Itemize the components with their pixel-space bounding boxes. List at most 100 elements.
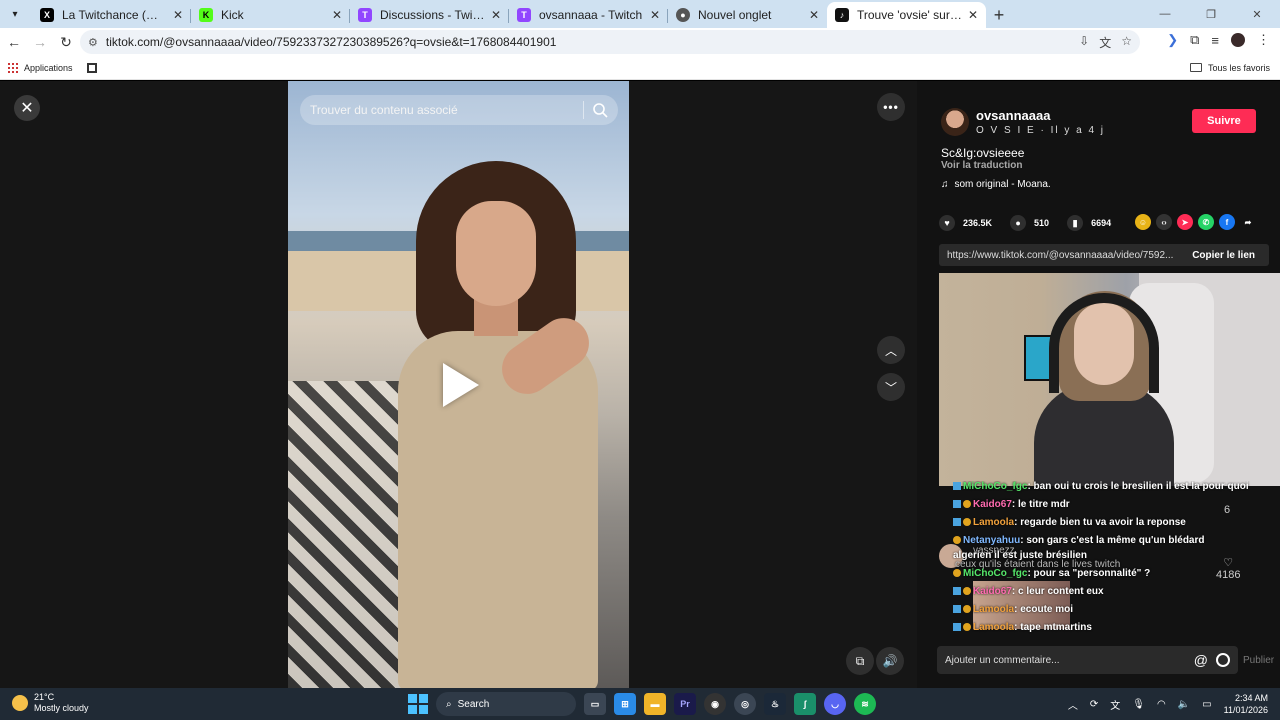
- tab-kick[interactable]: K Kick ✕: [191, 2, 350, 28]
- publish-button[interactable]: Publier: [1243, 655, 1274, 666]
- app-icon[interactable]: ʃ: [794, 693, 816, 715]
- close-tab-icon[interactable]: ✕: [332, 8, 342, 22]
- chevron-down-icon[interactable]: ﹀: [877, 373, 905, 401]
- tiktok-icon: ♪: [835, 8, 849, 22]
- reload-icon[interactable]: ↻: [54, 30, 78, 54]
- music-note-icon: ♫: [941, 179, 949, 190]
- close-tab-icon[interactable]: ✕: [809, 8, 819, 22]
- close-window-icon[interactable]: ✕: [1234, 0, 1280, 28]
- see-translation-link[interactable]: Voir la traduction: [941, 160, 1023, 171]
- discord-icon[interactable]: ◡: [824, 693, 846, 715]
- extension-icon[interactable]: ❯: [1167, 32, 1178, 48]
- back-icon[interactable]: ←: [2, 30, 26, 54]
- obs-icon[interactable]: ◉: [704, 693, 726, 715]
- tab-search-button[interactable]: ▾: [4, 3, 26, 25]
- bookmark-applications[interactable]: Applications: [8, 62, 73, 73]
- close-tab-icon[interactable]: ✕: [968, 8, 978, 22]
- post-description: Sc&Ig:ovsieeee: [941, 146, 1025, 160]
- store-icon[interactable]: ⊞: [614, 693, 636, 715]
- comment-button[interactable]: ● 510: [1010, 215, 1049, 231]
- volume-icon[interactable]: 🔊: [876, 647, 904, 675]
- sync-icon[interactable]: ⟳: [1090, 699, 1098, 710]
- send-icon[interactable]: ➤: [1177, 214, 1193, 230]
- weather-widget[interactable]: 21°C Mostly cloudy: [12, 692, 89, 714]
- chat-line: Lamoola: ecoute moi: [953, 604, 1073, 615]
- new-tab-button[interactable]: +: [986, 2, 1012, 28]
- search-icon: ⌕: [446, 698, 452, 710]
- language-icon[interactable]: 文: [1110, 697, 1120, 712]
- display-name: O V S I E · Il y a 4 j: [976, 125, 1106, 136]
- puzzle-icon[interactable]: ⧉: [1190, 32, 1199, 48]
- video-player[interactable]: Trouver du contenu associé: [288, 81, 629, 688]
- embed-icon[interactable]: ‹›: [1156, 214, 1172, 230]
- mic-icon[interactable]: 🎙: [1132, 699, 1145, 710]
- url-text[interactable]: tiktok.com/@ovsannaaaa/video/75923373272…: [106, 35, 557, 49]
- volume-icon[interactable]: 🔈: [1178, 699, 1190, 710]
- site-info-icon[interactable]: ⚙: [88, 36, 98, 49]
- follow-button[interactable]: Suivre: [1192, 109, 1256, 133]
- address-bar[interactable]: ⚙ tiktok.com/@ovsannaaaa/video/759233732…: [80, 30, 1140, 54]
- folder-icon: [1189, 63, 1202, 72]
- username[interactable]: ovsannaaaa: [976, 108, 1050, 123]
- share-arrow-icon[interactable]: ➦: [1240, 214, 1256, 230]
- profile-avatar[interactable]: [1231, 33, 1245, 47]
- tab-tiktok[interactable]: ♪ Trouve 'ovsie' sur TikTok | Reche ✕: [827, 2, 986, 28]
- close-icon[interactable]: ✕: [14, 95, 40, 121]
- task-view-icon[interactable]: ▭: [584, 693, 606, 715]
- emoji-icon[interactable]: [1216, 653, 1230, 667]
- comment-like-count[interactable]: ♡ 4186: [1216, 556, 1240, 581]
- minimize-icon[interactable]: —: [1142, 0, 1188, 28]
- play-icon[interactable]: [443, 363, 479, 407]
- close-tab-icon[interactable]: ✕: [491, 8, 501, 22]
- spotify-icon[interactable]: ≋: [854, 693, 876, 715]
- battery-icon[interactable]: ▭: [1202, 699, 1211, 710]
- tab-twitch-ovsannaaa[interactable]: T ovsannaaa - Twitch ✕: [509, 2, 668, 28]
- windows-start-icon[interactable]: [408, 694, 428, 714]
- wifi-icon[interactable]: ◠: [1157, 699, 1166, 710]
- picture-in-picture-icon[interactable]: ⧉: [846, 647, 874, 675]
- premiere-icon[interactable]: Pr: [674, 693, 696, 715]
- tab-twitter[interactable]: X La Twitchance (@LaTwitchance) / ✕: [32, 2, 191, 28]
- clock[interactable]: 2:34 AM 11/01/2026: [1224, 692, 1268, 716]
- browser-toolbar: ← → ↻ ⚙ tiktok.com/@ovsannaaaa/video/759…: [0, 28, 1280, 56]
- taskbar-search[interactable]: ⌕ Search: [436, 692, 576, 716]
- comment-placeholder: Ajouter un commentaire...: [945, 654, 1060, 666]
- steam-icon[interactable]: ♨: [764, 693, 786, 715]
- tab-groups-icon[interactable]: [86, 62, 97, 73]
- music-link[interactable]: ♫ som original - Moana.: [941, 179, 1051, 190]
- all-favorites[interactable]: Tous les favoris: [1189, 63, 1270, 73]
- close-tab-icon[interactable]: ✕: [173, 8, 183, 22]
- media-icon[interactable]: ≡: [1211, 33, 1219, 48]
- tab-new-tab[interactable]: ● Nouvel onglet ✕: [668, 2, 827, 28]
- tab-twitch-discussions[interactable]: T Discussions - Twitch ✕: [350, 2, 509, 28]
- video-search-input[interactable]: Trouver du contenu associé: [300, 95, 618, 125]
- whatsapp-icon[interactable]: ✆: [1198, 214, 1214, 230]
- close-tab-icon[interactable]: ✕: [650, 8, 660, 22]
- save-button[interactable]: ▮ 6694: [1067, 215, 1111, 231]
- mention-icon[interactable]: @: [1194, 652, 1208, 668]
- copy-link-button[interactable]: Copier le lien: [1192, 250, 1255, 261]
- chevron-up-icon[interactable]: ︿: [877, 336, 905, 364]
- install-app-icon[interactable]: ⇩: [1079, 34, 1089, 51]
- tab-title: La Twitchance (@LaTwitchance) /: [62, 8, 167, 22]
- share-link[interactable]: https://www.tiktok.com/@ovsannaaaa/video…: [947, 250, 1179, 261]
- facebook-icon[interactable]: f: [1219, 214, 1235, 230]
- more-options-icon[interactable]: •••: [877, 93, 905, 121]
- forward-icon[interactable]: →: [28, 30, 52, 54]
- reply-count: 6: [1224, 504, 1231, 516]
- like-button[interactable]: ♥ 236.5K: [939, 215, 992, 231]
- heart-icon: ♡: [1223, 557, 1234, 569]
- twitch-icon: T: [517, 8, 531, 22]
- avatar[interactable]: [941, 108, 969, 136]
- file-explorer-icon[interactable]: ▬: [644, 693, 666, 715]
- coin-icon[interactable]: ☺: [1135, 214, 1151, 230]
- chrome-icon[interactable]: ◎: [734, 693, 756, 715]
- search-icon[interactable]: [592, 102, 608, 118]
- menu-icon[interactable]: ⋮: [1257, 32, 1270, 48]
- comment-input[interactable]: Ajouter un commentaire... @: [937, 646, 1238, 674]
- weather-text: Mostly cloudy: [34, 703, 89, 713]
- bookmark-star-icon[interactable]: ☆: [1121, 34, 1132, 51]
- chevron-up-icon[interactable]: ︿: [1068, 697, 1078, 712]
- maximize-icon[interactable]: ❐: [1188, 0, 1234, 28]
- translate-icon[interactable]: 文: [1099, 34, 1111, 51]
